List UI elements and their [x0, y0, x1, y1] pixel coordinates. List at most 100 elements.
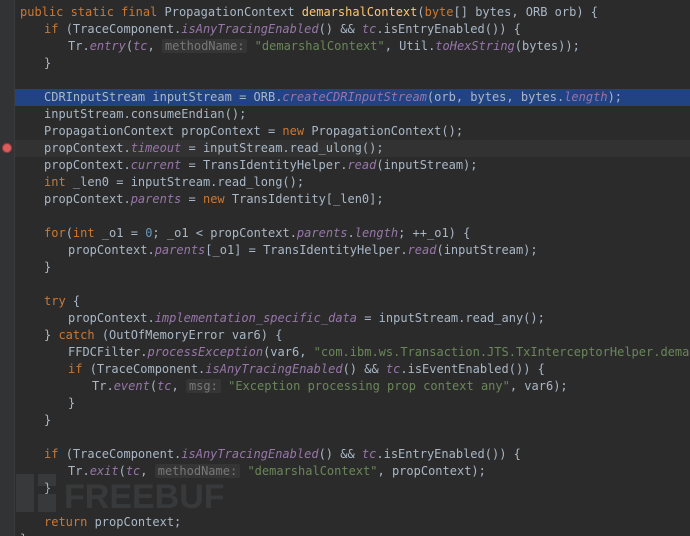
- code-line[interactable]: FFDCFilter.processException(var6, "com.i…: [0, 344, 690, 361]
- code-token: parents: [297, 226, 348, 240]
- code-token: return: [44, 515, 95, 529]
- code-token: length: [564, 90, 607, 104]
- code-line[interactable]: } catch (OutOfMemoryError var6) {: [0, 327, 690, 344]
- code-token: isAnyTracingEnabled: [181, 22, 318, 36]
- code-token: }: [44, 328, 58, 342]
- code-line[interactable]: CDRInputStream inputStream = ORB.createC…: [0, 89, 690, 106]
- editor-gutter[interactable]: [0, 0, 15, 536]
- code-token: length: [355, 226, 398, 240]
- code-line[interactable]: [0, 276, 690, 293]
- code-token: "com.ibm.ws.Transaction.JTS.TxIntercepto…: [314, 345, 690, 359]
- code-token: _o1 =: [102, 226, 145, 240]
- code-token: }: [44, 56, 51, 70]
- code-token: , propContext);: [378, 464, 486, 478]
- code-token: _len0 = inputStream.read_long();: [73, 175, 304, 189]
- code-token: (TraceComponent.: [66, 22, 182, 36]
- code-token: (orb, bytes, bytes.: [427, 90, 564, 104]
- code-token: parents: [131, 192, 182, 206]
- code-token: (bytes));: [515, 39, 580, 53]
- code-line[interactable]: [0, 72, 690, 89]
- code-token: [_o1] = TransIdentityHelper.: [205, 243, 407, 257]
- code-token: Tr.: [92, 379, 114, 393]
- code-token: int: [73, 226, 102, 240]
- code-token: () &&: [319, 22, 362, 36]
- code-token: PropagationContext();: [311, 124, 463, 138]
- code-token: }: [44, 260, 51, 274]
- code-line[interactable]: }: [0, 531, 690, 536]
- code-line[interactable]: try {: [0, 293, 690, 310]
- code-token: = TransIdentityHelper.: [181, 158, 347, 172]
- code-line[interactable]: propContext.parents[_o1] = TransIdentity…: [0, 242, 690, 259]
- code-line[interactable]: [0, 208, 690, 225]
- code-line[interactable]: [0, 429, 690, 446]
- code-token: [221, 379, 228, 393]
- code-line[interactable]: int _len0 = inputStream.read_long();: [0, 174, 690, 191]
- code-token: entry: [90, 39, 126, 53]
- code-line[interactable]: [0, 497, 690, 514]
- code-token: }: [68, 396, 75, 410]
- code-line[interactable]: }: [0, 480, 690, 497]
- code-token: tc: [362, 447, 376, 461]
- code-line[interactable]: if (TraceComponent.isAnyTracingEnabled()…: [0, 446, 690, 463]
- code-line[interactable]: Tr.event(tc, msg: "Exception processing …: [0, 378, 690, 395]
- code-line[interactable]: }: [0, 259, 690, 276]
- code-token: , var6);: [510, 379, 568, 393]
- code-token: TransIdentity[_len0];: [232, 192, 384, 206]
- code-token: {: [73, 294, 80, 308]
- inlay-hint: msg:: [186, 379, 221, 393]
- code-line[interactable]: Tr.entry(tc, methodName: "demarshalConte…: [0, 38, 690, 55]
- inlay-hint: methodName:: [162, 39, 247, 53]
- code-token: (: [126, 39, 133, 53]
- code-line[interactable]: if (TraceComponent.isAnyTracingEnabled()…: [0, 21, 690, 38]
- code-line[interactable]: public static final PropagationContext d…: [0, 4, 690, 21]
- code-token: .: [348, 226, 355, 240]
- code-token: }: [44, 481, 51, 495]
- code-line[interactable]: PropagationContext propContext = new Pro…: [0, 123, 690, 140]
- code-token: = inputStream.read_any();: [357, 311, 545, 325]
- code-token: "demarshalContext": [255, 39, 385, 53]
- code-token: ,: [172, 379, 186, 393]
- code-token: current: [131, 158, 182, 172]
- code-token: PropagationContext propContext =: [44, 124, 282, 138]
- code-line[interactable]: }: [0, 395, 690, 412]
- code-line[interactable]: propContext.timeout = inputStream.read_u…: [0, 140, 690, 157]
- code-token: }: [20, 532, 27, 536]
- code-line[interactable]: inputStream.consumeEndian();: [0, 106, 690, 123]
- code-token: demarshalContext: [302, 5, 418, 19]
- code-line[interactable]: Tr.exit(tc, methodName: "demarshalContex…: [0, 463, 690, 480]
- code-line[interactable]: if (TraceComponent.isAnyTracingEnabled()…: [0, 361, 690, 378]
- code-token: propContext.: [68, 243, 155, 257]
- code-token: byte: [425, 5, 454, 19]
- code-token: propContext.: [68, 311, 155, 325]
- code-line[interactable]: propContext.current = TransIdentityHelpe…: [0, 157, 690, 174]
- code-token: (inputStream);: [376, 158, 477, 172]
- code-line[interactable]: return propContext;: [0, 514, 690, 531]
- code-token: .isEntryEnabled()) {: [376, 22, 521, 36]
- code-token: PropagationContext: [165, 5, 302, 19]
- code-token: if: [68, 362, 90, 376]
- code-line[interactable]: propContext.implementation_specific_data…: [0, 310, 690, 327]
- code-line[interactable]: }: [0, 412, 690, 429]
- code-token: public: [20, 5, 71, 19]
- code-token: , Util.: [385, 39, 436, 53]
- code-token: =: [181, 192, 203, 206]
- inlay-hint: methodName:: [155, 464, 240, 478]
- code-token: ORB orb: [526, 5, 577, 19]
- code-token: new: [282, 124, 311, 138]
- code-token: ; ++_o1) {: [398, 226, 470, 240]
- code-token: }: [44, 413, 51, 427]
- code-token: ) {: [576, 5, 598, 19]
- code-token: parents: [155, 243, 206, 257]
- code-token: tc: [362, 22, 376, 36]
- breakpoint-icon[interactable]: [2, 143, 12, 153]
- code-line[interactable]: }: [0, 55, 690, 72]
- code-editor[interactable]: public static final PropagationContext d…: [0, 0, 690, 536]
- code-line[interactable]: propContext.parents = new TransIdentity[…: [0, 191, 690, 208]
- code-token: ; _o1 < propContext.: [152, 226, 297, 240]
- code-token: inputStream.consumeEndian();: [44, 107, 246, 121]
- code-token: () &&: [343, 362, 386, 376]
- code-line[interactable]: for(int _o1 = 0; _o1 < propContext.paren…: [0, 225, 690, 242]
- code-token: exit: [90, 464, 119, 478]
- code-token: = inputStream.read_ulong();: [181, 141, 383, 155]
- code-token: (TraceComponent.: [66, 447, 182, 461]
